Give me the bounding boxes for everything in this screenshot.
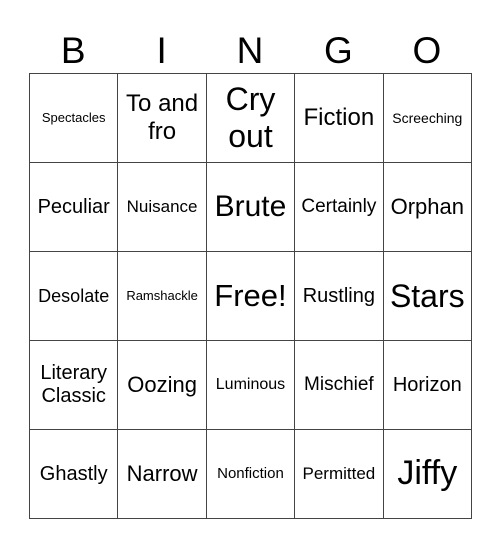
bingo-cell[interactable]: Spectacles [28,73,119,163]
bingo-cell[interactable]: Nonfiction [205,429,296,519]
header-letter-b: B [60,30,86,71]
bingo-row: Peculiar Nuisance Brute Certainly Orphan [28,162,473,252]
header-letter-g: G [324,30,353,71]
bingo-cell[interactable]: Literary Classic [28,340,119,430]
bingo-cell[interactable]: Jiffy [382,429,473,519]
bingo-row: Literary Classic Oozing Luminous Mischief Ho… [28,340,473,430]
bingo-card: Spectacles To and fro Cry out Fiction Screec… [28,73,473,519]
bingo-cell[interactable]: Cry out [205,73,296,163]
bingo-cell[interactable]: Horizon [382,340,473,430]
bingo-cell[interactable]: Screeching [382,73,473,163]
bingo-cell[interactable]: Desolate [28,251,119,341]
bingo-cell[interactable]: Orphan [382,162,473,252]
header-letter-i: I [156,30,167,71]
header-letter-o: O [412,30,442,71]
bingo-cell[interactable]: Ramshackle [117,251,207,341]
bingo-cell[interactable]: Free! [205,251,296,341]
bingo-cell[interactable]: Oozing [117,340,207,430]
bingo-cell[interactable]: Brute [205,162,296,252]
bingo-cell[interactable]: Peculiar [28,162,119,252]
bingo-cell[interactable]: Permitted [294,429,384,519]
bingo-cell[interactable]: Stars [382,251,473,341]
bingo-cell[interactable]: Narrow [117,429,207,519]
bingo-cell[interactable]: To and fro [117,73,207,163]
bingo-cell[interactable]: Luminous [205,340,296,430]
bingo-cell[interactable]: Ghastly [28,429,119,519]
bingo-cell[interactable]: Certainly [294,162,384,252]
bingo-row: Spectacles To and fro Cry out Fiction Screec… [28,73,473,163]
bingo-cell[interactable]: Fiction [294,73,384,163]
bingo-row: Ghastly Narrow Nonfiction Permitted Jiffy [28,429,473,519]
bingo-header: B I N G O [29,30,471,72]
bingo-cell[interactable]: Mischief [294,340,384,430]
bingo-cell[interactable]: Nuisance [117,162,207,252]
header-letter-n: N [236,30,264,71]
bingo-row: Desolate Ramshackle Free! Rustling Stars [28,251,473,341]
bingo-cell[interactable]: Rustling [294,251,384,341]
